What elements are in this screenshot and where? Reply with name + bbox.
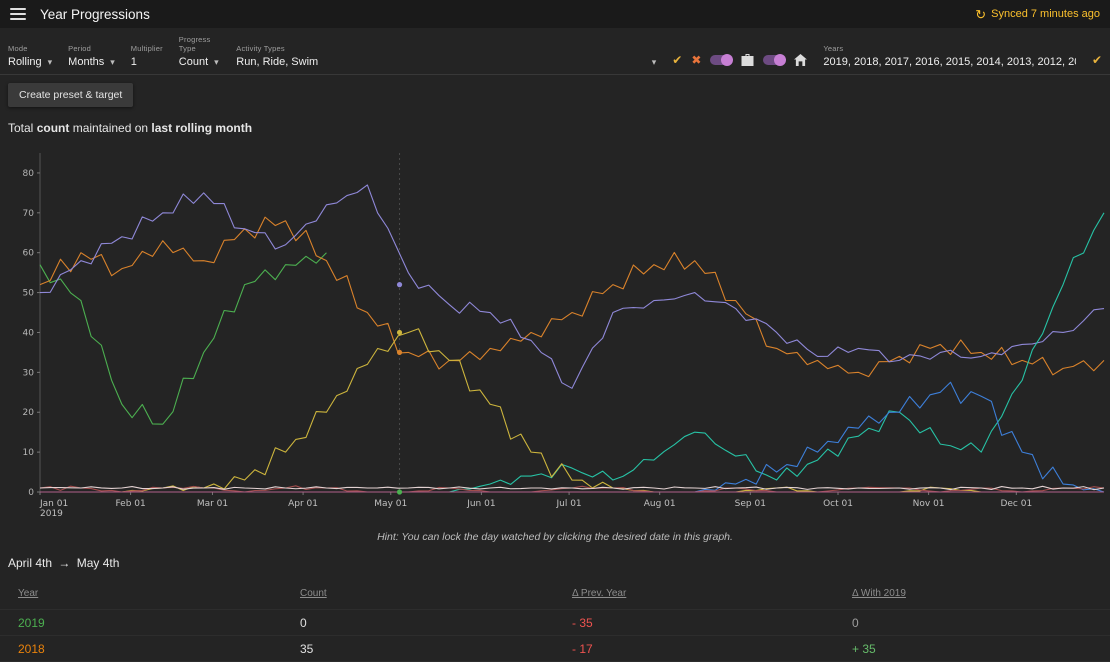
select-all-check-icon[interactable]: ✔ (672, 53, 682, 67)
svg-text:May 01: May 01 (374, 499, 407, 509)
period-select[interactable]: Period Months ▾ (68, 44, 115, 68)
svg-text:Mar 01: Mar 01 (197, 499, 228, 509)
count-cell: 0 (282, 616, 554, 630)
activity-types-value: Run, Ride, Swim (236, 56, 318, 68)
svg-text:Dec 01: Dec 01 (1000, 499, 1032, 509)
header-delta-prev-year[interactable]: Δ Prev. Year (554, 588, 834, 599)
select-all-years-check-icon[interactable]: ✔ (1092, 53, 1102, 67)
summary-part2: maintained on (69, 121, 151, 135)
multiplier-field: Multiplier (131, 44, 163, 68)
mode-label: Mode (8, 44, 52, 53)
svg-text:Jun 01: Jun 01 (466, 499, 495, 509)
svg-text:10: 10 (23, 448, 35, 458)
svg-text:30: 30 (23, 368, 35, 378)
chevron-down-icon: ▾ (652, 57, 657, 68)
page-title: Year Progressions (40, 7, 150, 22)
years-select[interactable]: Years 2019, 2018, 2017, 2016, 2015, 2014… (823, 44, 1076, 68)
svg-text:Aug 01: Aug 01 (644, 499, 676, 509)
svg-text:60: 60 (23, 249, 35, 259)
years-value: 2019, 2018, 2017, 2016, 2015, 2014, 2013… (823, 56, 1076, 68)
svg-text:20: 20 (23, 408, 35, 418)
period-label: Period (68, 44, 115, 53)
table-header-row: Year Count Δ Prev. Year Δ With 2019 (0, 582, 1110, 609)
header-count[interactable]: Count (282, 588, 554, 599)
sync-icon: ↻ (975, 8, 986, 21)
svg-text:Sep 01: Sep 01 (735, 499, 766, 509)
progression-table: Year Count Δ Prev. Year Δ With 2019 2019… (0, 582, 1110, 662)
delta-with-2019-cell: 0 (834, 616, 1110, 630)
year-cell: 2018 (0, 642, 282, 656)
progression-chart[interactable]: 0 10 20 30 40 50 60 70 80 Jan 012019 Feb 01 Mar 01 A… (0, 139, 1110, 529)
svg-text:Apr 01: Apr 01 (288, 499, 318, 509)
delta-prev-year-cell: - 17 (554, 642, 834, 656)
svg-text:Jan 01: Jan 01 (39, 499, 68, 509)
multiplier-label: Multiplier (131, 44, 163, 53)
years-filter-actions: ✔ (1092, 53, 1102, 68)
svg-text:Jul 01: Jul 01 (555, 499, 581, 509)
svg-text:70: 70 (23, 209, 35, 219)
header-year[interactable]: Year (0, 588, 282, 599)
years-label: Years (823, 44, 1076, 53)
delta-prev-year-cell: - 35 (554, 616, 834, 630)
delta-with-2019-cell: + 35 (834, 642, 1110, 656)
svg-text:0: 0 (28, 488, 34, 498)
chevron-down-icon: ▾ (48, 57, 53, 68)
home-icon[interactable] (794, 54, 807, 66)
mode-select[interactable]: Mode Rolling ▾ (8, 44, 52, 68)
activity-types-label: Activity Types (236, 44, 656, 53)
watched-date-range: April 4th → May 4th (8, 556, 1102, 570)
range-to: May 4th (77, 556, 120, 570)
sync-status[interactable]: ↻ Synced 7 minutes ago (975, 8, 1100, 21)
svg-text:Feb 01: Feb 01 (115, 499, 145, 509)
indoor-toggle[interactable] (763, 55, 785, 65)
progression-table-body: 20190- 350201835- 17+ 35201752+ 52+ 52 (0, 609, 1110, 662)
table-row: 201835- 17+ 35 (0, 635, 1110, 661)
progression-chart-svg[interactable]: 0 10 20 30 40 50 60 70 80 Jan 012019 Feb 01 Mar 01 A… (0, 139, 1110, 524)
chevron-down-icon: ▾ (214, 57, 219, 68)
count-cell: 35 (282, 642, 554, 656)
chart-summary-line: Total count maintained on last rolling m… (8, 121, 1102, 135)
progress-type-select[interactable]: Progress Type Count ▾ (179, 35, 220, 68)
period-value: Months (68, 56, 104, 68)
activity-types-select[interactable]: Activity Types Run, Ride, Swim ▾ (236, 44, 656, 68)
svg-text:Nov 01: Nov 01 (913, 499, 945, 509)
activity-filter-actions: ✔ ✖ (672, 53, 807, 68)
progress-type-value: Count (179, 56, 208, 68)
chevron-down-icon: ▾ (110, 57, 115, 68)
svg-text:40: 40 (23, 328, 35, 338)
svg-text:50: 50 (23, 289, 35, 299)
chart-hint-text: Hint: You can lock the day watched by cl… (0, 531, 1110, 543)
commute-toggle[interactable] (710, 55, 732, 65)
select-none-cross-icon[interactable]: ✖ (691, 53, 701, 67)
svg-text:Oct 01: Oct 01 (823, 499, 853, 509)
summary-part1: Total (8, 121, 37, 135)
header-delta-with-2019[interactable]: Δ With 2019 (834, 588, 1110, 599)
svg-text:80: 80 (23, 169, 35, 179)
multiplier-input[interactable] (131, 56, 157, 68)
year-cell: 2019 (0, 616, 282, 630)
svg-text:2019: 2019 (40, 509, 63, 519)
top-bar: Year Progressions ↻ Synced 7 minutes ago (0, 0, 1110, 28)
hamburger-menu-icon[interactable] (10, 8, 26, 20)
settings-toolbar: Mode Rolling ▾ Period Months ▾ Multiplie… (0, 28, 1110, 75)
table-row: 20190- 350 (0, 609, 1110, 635)
summary-progress-type: count (37, 121, 70, 135)
sync-status-text: Synced 7 minutes ago (991, 8, 1100, 20)
range-from: April 4th (8, 556, 52, 570)
arrow-right-icon: → (58, 556, 70, 570)
progress-type-label: Progress Type (179, 35, 220, 53)
mode-value: Rolling (8, 56, 42, 68)
briefcase-icon[interactable] (741, 54, 754, 66)
summary-period: last rolling month (151, 121, 252, 135)
create-preset-target-button[interactable]: Create preset & target (8, 83, 133, 107)
